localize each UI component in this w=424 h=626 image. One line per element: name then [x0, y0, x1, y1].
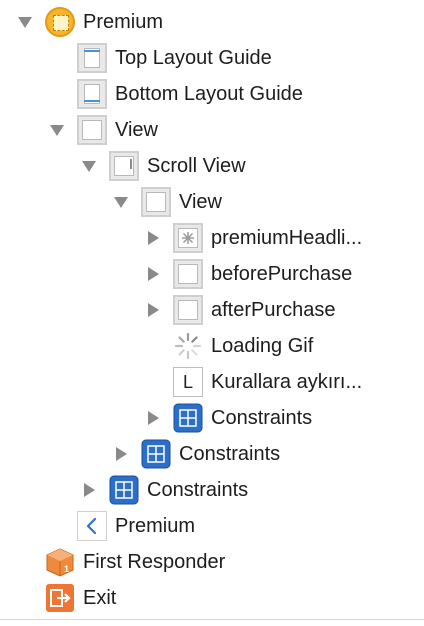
constraints-icon: [109, 475, 139, 505]
outline-label: beforePurchase: [211, 263, 353, 285]
disclosure-triangle-icon[interactable]: [144, 409, 162, 427]
view-icon: [173, 295, 203, 325]
outline-label: View: [115, 119, 158, 141]
disclosure-triangle-icon[interactable]: [112, 445, 130, 463]
first-responder-icon: 1: [46, 548, 74, 577]
outline-label: Premium: [83, 11, 164, 33]
outline-row-inner-view[interactable]: View: [0, 184, 424, 220]
constraints-icon: [173, 403, 203, 433]
disclosure-triangle-icon[interactable]: [16, 13, 34, 31]
label-icon: L: [173, 367, 203, 397]
exit-icon: [46, 584, 74, 612]
outline-label: afterPurchase: [211, 299, 336, 321]
view-icon: [77, 115, 107, 145]
view-icon: [141, 187, 171, 217]
svg-text:1: 1: [64, 564, 69, 574]
back-chevron-icon: [77, 511, 107, 541]
outline-label: Constraints: [211, 407, 313, 429]
outline-row-rules-label[interactable]: L Kurallara aykırı...: [0, 364, 424, 400]
outline-row-first-responder[interactable]: 1 First Responder: [0, 544, 424, 580]
disclosure-triangle-icon[interactable]: [144, 265, 162, 283]
outline-row-bottom-layout-guide[interactable]: Bottom Layout Guide: [0, 76, 424, 112]
outline-row-constraints-view[interactable]: Constraints: [0, 472, 424, 508]
layout-guide-icon: [77, 43, 107, 73]
outline-label: premiumHeadli...: [211, 227, 363, 249]
outline-row-constraints-inner[interactable]: Constraints: [0, 400, 424, 436]
outline-row-scroll-view[interactable]: Scroll View: [0, 148, 424, 184]
outline-label: View: [179, 191, 222, 213]
outline-label: Loading Gif: [211, 335, 314, 357]
disclosure-triangle-icon[interactable]: [112, 193, 130, 211]
outline-row-premium-scene[interactable]: Premium: [0, 4, 424, 40]
disclosure-triangle-icon[interactable]: [80, 481, 98, 499]
outline-label: Exit: [83, 587, 117, 609]
image-view-icon: [173, 223, 203, 253]
constraints-icon: [141, 439, 171, 469]
disclosure-triangle-icon[interactable]: [48, 121, 66, 139]
view-icon: [173, 259, 203, 289]
outline-label: Top Layout Guide: [115, 47, 272, 69]
outline-row-before-purchase[interactable]: beforePurchase: [0, 256, 424, 292]
outline-row-exit[interactable]: Exit: [0, 580, 424, 616]
outline-label: Bottom Layout Guide: [115, 83, 303, 105]
outline-label: Kurallara aykırı...: [211, 371, 363, 393]
bottom-divider: [0, 619, 424, 620]
outline-label: Constraints: [147, 479, 249, 501]
disclosure-triangle-icon[interactable]: [144, 301, 162, 319]
outline-label: First Responder: [83, 551, 226, 573]
view-controller-icon: [45, 7, 75, 37]
activity-indicator-icon: [174, 332, 202, 360]
outline-label: Scroll View: [147, 155, 246, 177]
disclosure-triangle-icon[interactable]: [80, 157, 98, 175]
outline-row-view[interactable]: View: [0, 112, 424, 148]
outline-label: Premium: [115, 515, 196, 537]
outline-row-loading-gif[interactable]: Loading Gif: [0, 328, 424, 364]
scroll-view-icon: [109, 151, 139, 181]
document-outline: Premium Top Layout Guide Bottom Layout G…: [0, 0, 424, 626]
outline-row-after-purchase[interactable]: afterPurchase: [0, 292, 424, 328]
outline-row-constraints-scroll[interactable]: Constraints: [0, 436, 424, 472]
layout-guide-icon: [77, 79, 107, 109]
outline-row-back-item[interactable]: Premium: [0, 508, 424, 544]
outline-row-top-layout-guide[interactable]: Top Layout Guide: [0, 40, 424, 76]
outline-row-premium-headline[interactable]: premiumHeadli...: [0, 220, 424, 256]
outline-label: Constraints: [179, 443, 281, 465]
disclosure-triangle-icon[interactable]: [144, 229, 162, 247]
